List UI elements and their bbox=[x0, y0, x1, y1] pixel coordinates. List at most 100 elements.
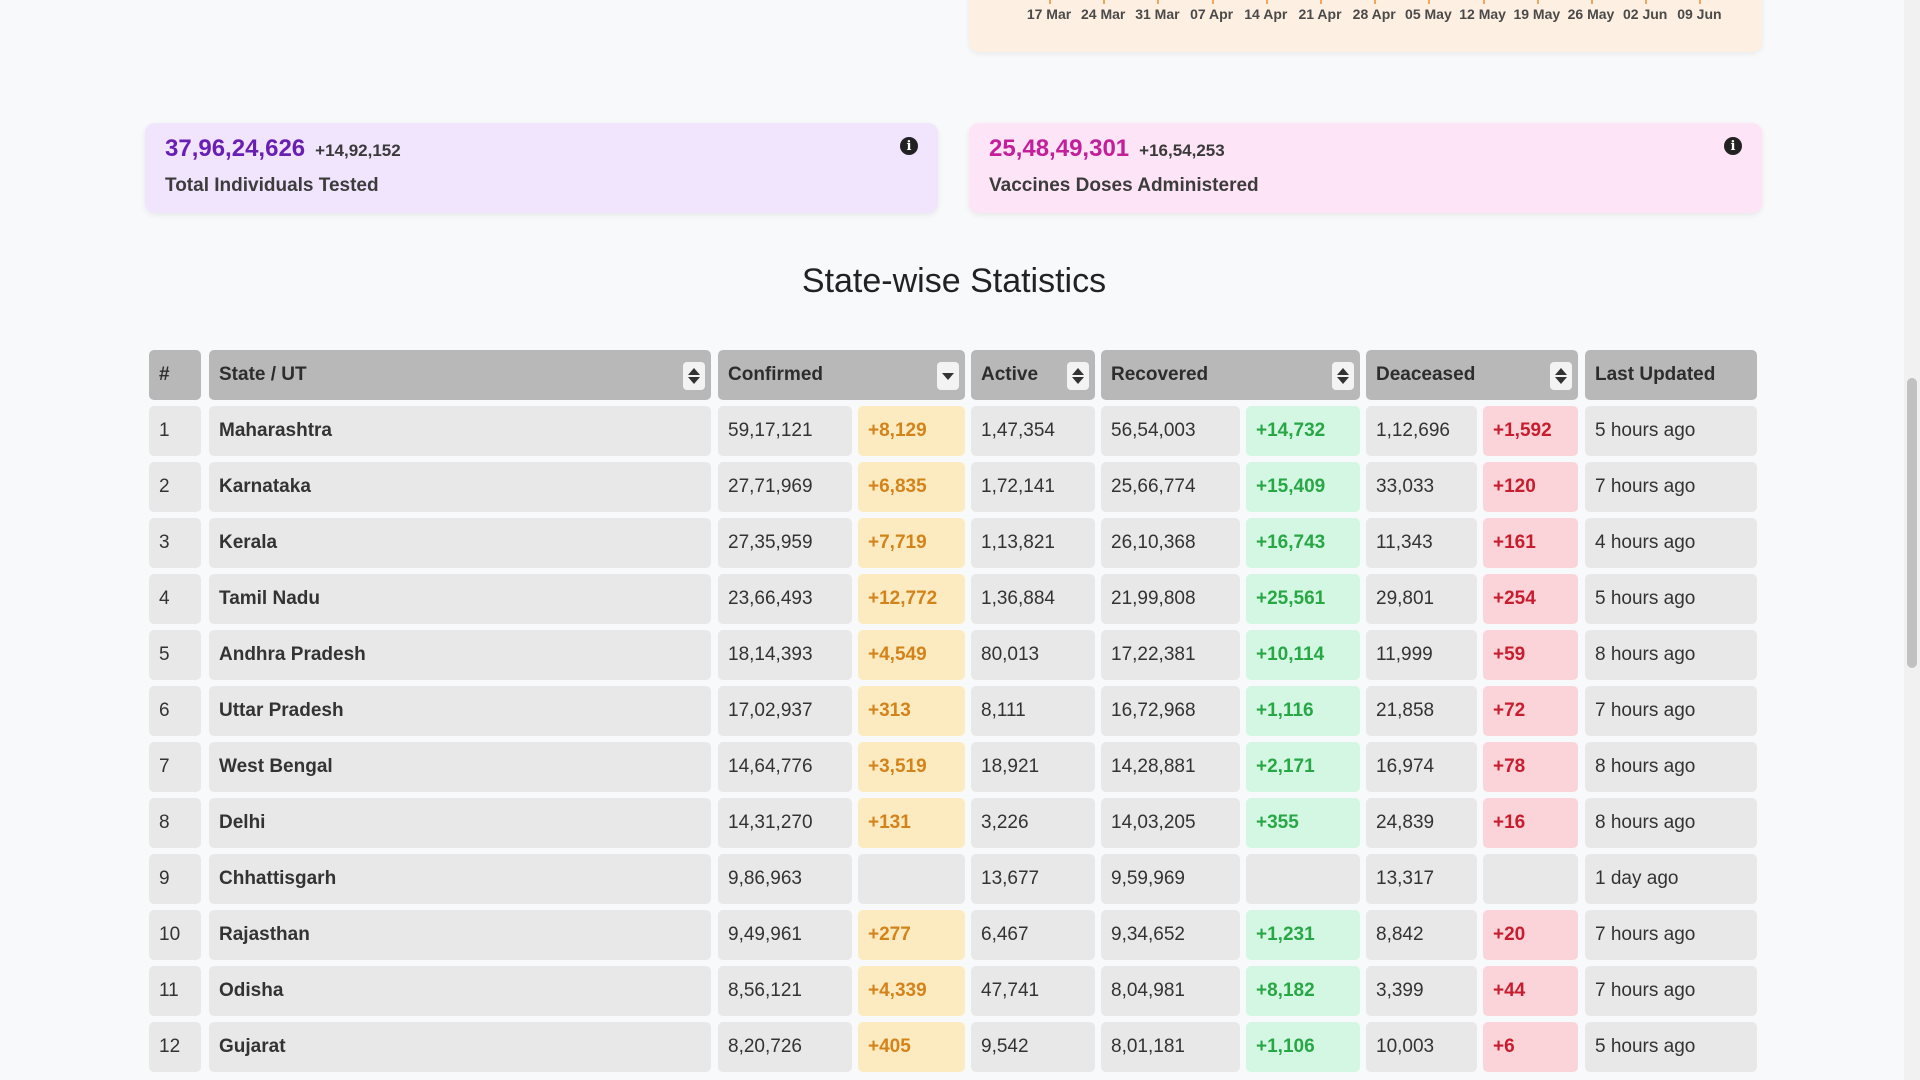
header-recovered[interactable]: Recovered bbox=[1101, 350, 1360, 400]
chart-x-label: 14 Apr bbox=[1244, 6, 1288, 22]
cell-state[interactable]: Tamil Nadu bbox=[209, 574, 711, 624]
sort-icon[interactable] bbox=[1332, 362, 1354, 390]
section-title: State-wise Statistics bbox=[801, 262, 1107, 300]
chart-x-label: 19 May bbox=[1513, 6, 1561, 22]
cell-active: 6,467 bbox=[971, 910, 1095, 960]
cell-deceased-delta: +6 bbox=[1483, 1022, 1578, 1072]
sort-icon[interactable] bbox=[1067, 362, 1089, 390]
cell-confirmed: 17,02,937 bbox=[718, 686, 852, 736]
cell-deceased: 21,858 bbox=[1366, 686, 1477, 736]
vertical-scrollbar[interactable] bbox=[1904, 0, 1920, 1080]
chart-tick bbox=[1211, 0, 1214, 4]
chart-x-label: 24 Mar bbox=[1081, 6, 1126, 22]
cell-state[interactable]: Odisha bbox=[209, 966, 711, 1016]
header-active[interactable]: Active bbox=[971, 350, 1095, 400]
cell-confirmed: 18,14,393 bbox=[718, 630, 852, 680]
info-icon[interactable]: i bbox=[900, 137, 918, 155]
cell-last-updated: 8 hours ago bbox=[1585, 798, 1757, 848]
cell-deceased-delta bbox=[1483, 854, 1578, 904]
cell-active: 9,542 bbox=[971, 1022, 1095, 1072]
trend-chart-card: 17 Mar 24 Mar 31 Mar 07 Apr 14 Apr 21 Apr 28 A… bbox=[969, 0, 1762, 52]
header-number: # bbox=[149, 350, 201, 400]
chart-tick bbox=[1591, 0, 1593, 4]
header-state[interactable]: State / UT bbox=[209, 350, 711, 400]
chart-x-label: 02 Jun bbox=[1623, 6, 1668, 22]
chart-tick bbox=[1049, 0, 1051, 4]
cell-last-updated: 5 hours ago bbox=[1585, 406, 1757, 456]
cell-state[interactable]: Rajasthan bbox=[209, 910, 711, 960]
cell-recovered-delta: +1,231 bbox=[1246, 910, 1360, 960]
tested-delta: +14,92,152 bbox=[315, 141, 401, 160]
sort-icon[interactable] bbox=[683, 362, 705, 390]
cell-confirmed: 23,66,493 bbox=[718, 574, 852, 624]
cell-recovered: 8,01,181 bbox=[1101, 1022, 1240, 1072]
header-confirmed[interactable]: Confirmed bbox=[718, 350, 965, 400]
cell-state[interactable]: Uttar Pradesh bbox=[209, 686, 711, 736]
cell-confirmed-delta: +277 bbox=[858, 910, 965, 960]
cell-recovered-delta: +15,409 bbox=[1246, 462, 1360, 512]
cell-recovered-delta: +16,743 bbox=[1246, 518, 1360, 568]
chart-tick bbox=[1536, 0, 1539, 4]
cell-recovered-delta: +25,561 bbox=[1246, 574, 1360, 624]
cell-state[interactable]: Karnataka bbox=[209, 462, 711, 512]
cell-recovered: 56,54,003 bbox=[1101, 406, 1240, 456]
chart-tick bbox=[1265, 0, 1268, 4]
cell-state[interactable]: West Bengal bbox=[209, 742, 711, 792]
cell-recovered: 14,03,205 bbox=[1101, 798, 1240, 848]
cell-state[interactable]: Kerala bbox=[209, 518, 711, 568]
cell-deceased: 33,033 bbox=[1366, 462, 1477, 512]
header-last-updated: Last Updated bbox=[1585, 350, 1757, 400]
header-deceased[interactable]: Deaceased bbox=[1366, 350, 1578, 400]
chart-x-label: 21 Apr bbox=[1298, 6, 1342, 22]
cell-state[interactable]: Andhra Pradesh bbox=[209, 630, 711, 680]
cell-state[interactable]: Gujarat bbox=[209, 1022, 711, 1072]
cell-state[interactable]: Maharashtra bbox=[209, 406, 711, 456]
cell-deceased: 11,999 bbox=[1366, 630, 1477, 680]
cell-number: 4 bbox=[149, 574, 201, 624]
cell-confirmed: 9,49,961 bbox=[718, 910, 852, 960]
chart-axis bbox=[1009, 0, 1722, 4]
cell-confirmed-delta: +313 bbox=[858, 686, 965, 736]
cell-recovered: 9,59,969 bbox=[1101, 854, 1240, 904]
cell-recovered-delta: +8,182 bbox=[1246, 966, 1360, 1016]
cell-last-updated: 1 day ago bbox=[1585, 854, 1757, 904]
cell-deceased: 3,399 bbox=[1366, 966, 1477, 1016]
cell-confirmed-delta: +4,339 bbox=[858, 966, 965, 1016]
vaccine-label: Vaccines Doses Administered bbox=[989, 175, 1259, 196]
cell-number: 12 bbox=[149, 1022, 201, 1072]
cell-active: 1,36,884 bbox=[971, 574, 1095, 624]
vaccine-card: 25,48,49,301 +16,54,253 Vaccines Doses A… bbox=[969, 123, 1762, 213]
cell-last-updated: 8 hours ago bbox=[1585, 630, 1757, 680]
cell-deceased-delta: +16 bbox=[1483, 798, 1578, 848]
cell-state[interactable]: Chhattisgarh bbox=[209, 854, 711, 904]
sort-icon[interactable] bbox=[1550, 362, 1572, 390]
cell-confirmed-delta: +6,835 bbox=[858, 462, 965, 512]
cell-number: 2 bbox=[149, 462, 201, 512]
info-icon[interactable]: i bbox=[1724, 137, 1742, 155]
cell-deceased: 24,839 bbox=[1366, 798, 1477, 848]
chart-tick bbox=[1374, 0, 1377, 4]
cell-confirmed: 8,56,121 bbox=[718, 966, 852, 1016]
cell-confirmed: 14,31,270 bbox=[718, 798, 852, 848]
cell-state[interactable]: Delhi bbox=[209, 798, 711, 848]
cell-last-updated: 5 hours ago bbox=[1585, 1022, 1757, 1072]
tested-card: 37,96,24,626 +14,92,152 Total Individual… bbox=[145, 123, 938, 213]
cell-last-updated: 7 hours ago bbox=[1585, 686, 1757, 736]
cell-number: 11 bbox=[149, 966, 201, 1016]
sort-desc-icon[interactable] bbox=[937, 362, 959, 390]
chart-tick bbox=[1482, 0, 1485, 4]
scrollbar-thumb[interactable] bbox=[1907, 378, 1917, 668]
cell-active: 47,741 bbox=[971, 966, 1095, 1016]
cell-number: 1 bbox=[149, 406, 201, 456]
header-deceased-label: Deaceased bbox=[1376, 364, 1476, 385]
cell-confirmed-delta: +405 bbox=[858, 1022, 965, 1072]
cell-recovered-delta bbox=[1246, 854, 1360, 904]
cell-active: 1,47,354 bbox=[971, 406, 1095, 456]
cell-confirmed: 9,86,963 bbox=[718, 854, 852, 904]
cell-recovered-delta: +1,106 bbox=[1246, 1022, 1360, 1072]
cell-number: 8 bbox=[149, 798, 201, 848]
cell-recovered-delta: +2,171 bbox=[1246, 742, 1360, 792]
cell-recovered: 16,72,968 bbox=[1101, 686, 1240, 736]
cell-recovered-delta: +14,732 bbox=[1246, 406, 1360, 456]
cell-deceased: 8,842 bbox=[1366, 910, 1477, 960]
